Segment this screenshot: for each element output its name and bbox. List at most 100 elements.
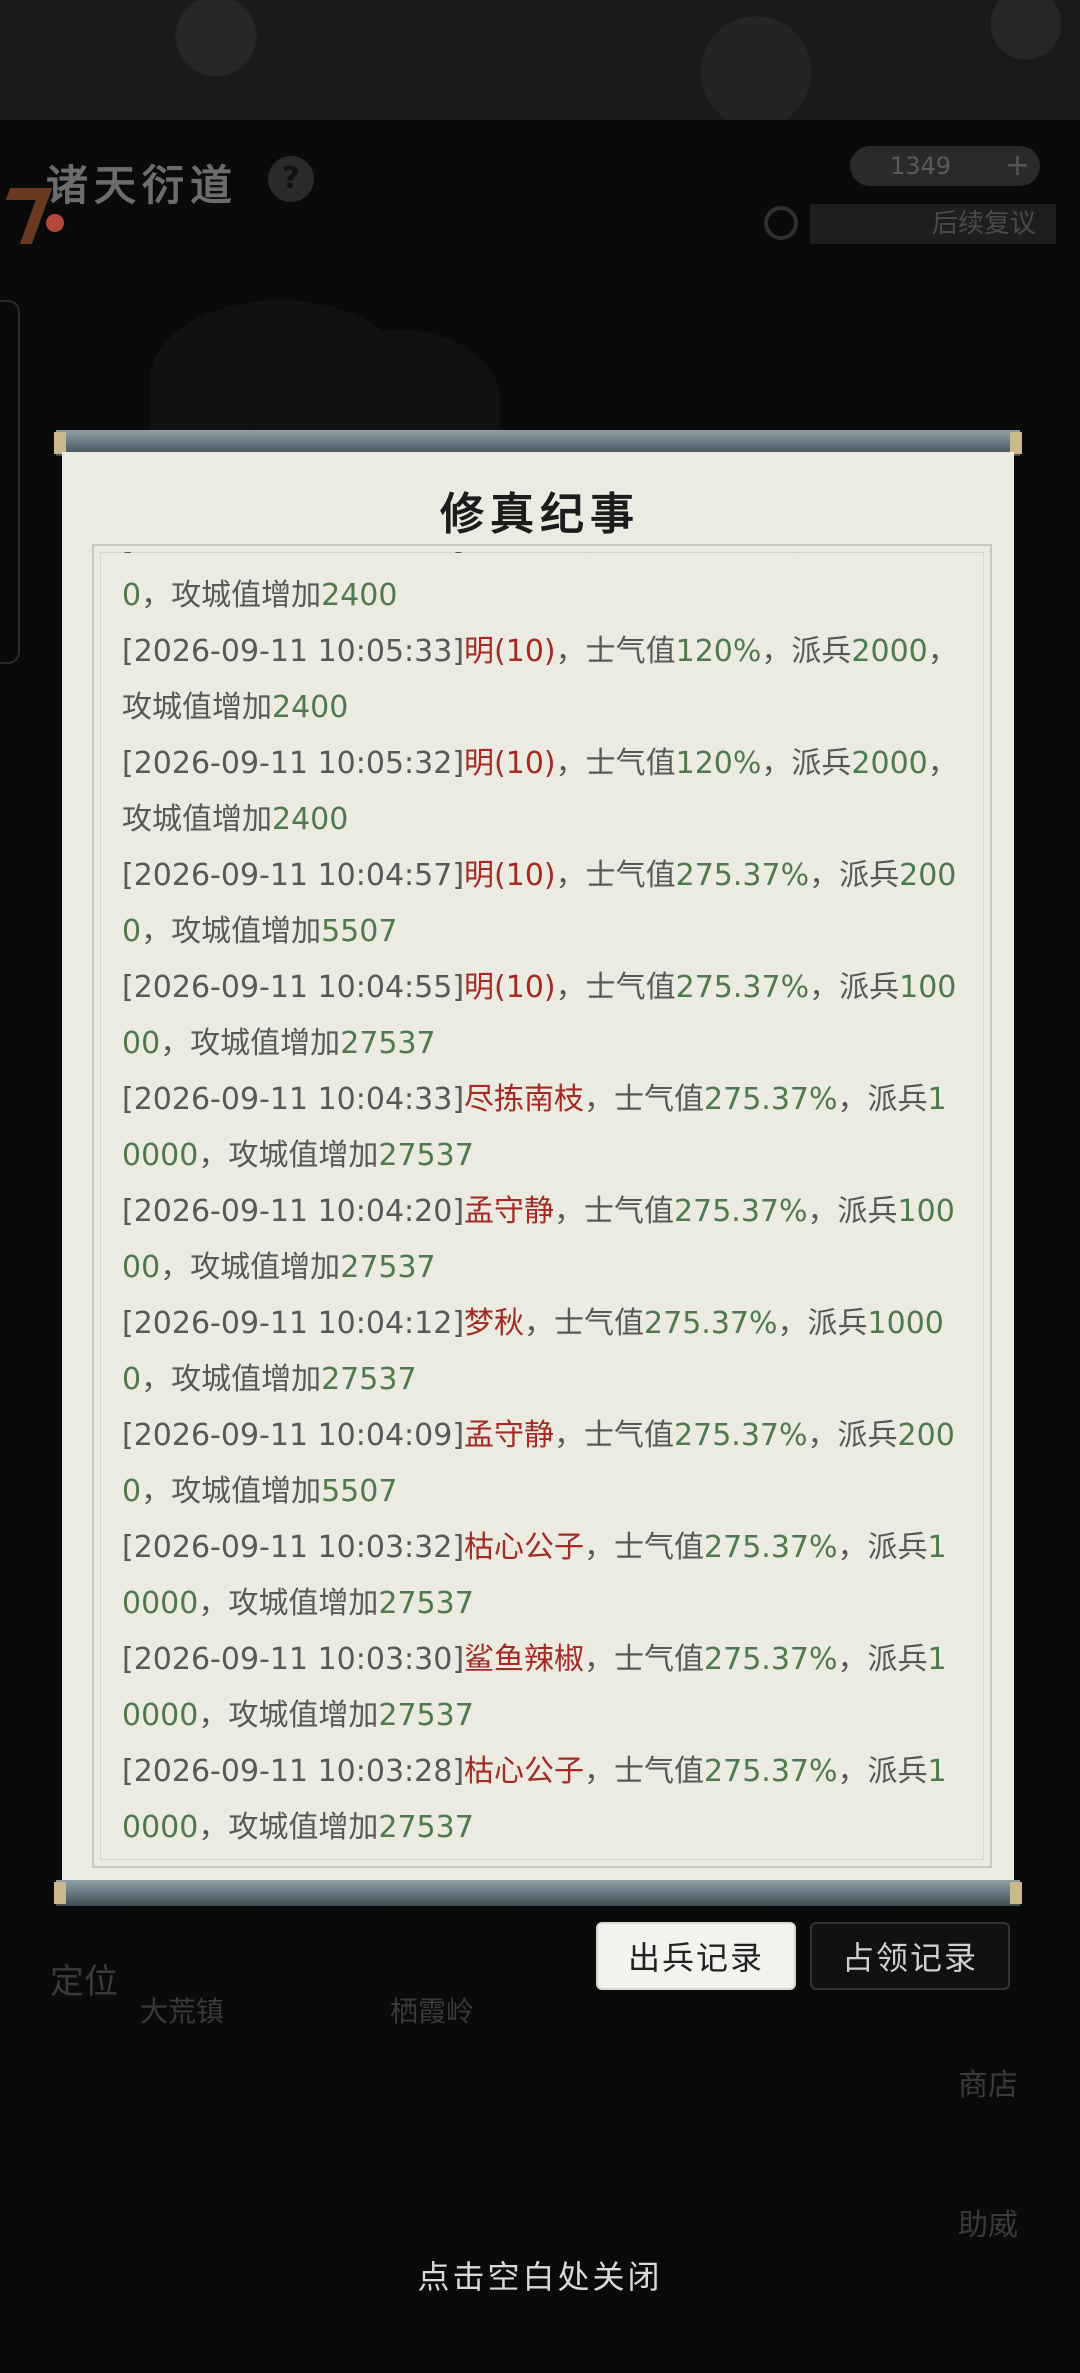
resource-value: 1349 xyxy=(890,152,952,180)
attack-value: 27537 xyxy=(321,1362,417,1397)
record-entry: [2026-09-11 10:04:57]明(10)，士气值275.37%，派兵… xyxy=(122,848,962,960)
close-hint: 点击空白处关闭 xyxy=(417,2258,663,2296)
attack-label: ，攻城值增加 xyxy=(141,1474,322,1509)
record-timestamp: [2026-09-11 10:04:55] xyxy=(122,970,465,1005)
morale-label: ，士气值 xyxy=(584,1754,705,1789)
help-icon[interactable]: ? xyxy=(268,156,314,202)
attack-value: 27537 xyxy=(340,1026,436,1061)
troops-label: ，派兵 xyxy=(777,1306,868,1341)
locate-label[interactable]: 定位 xyxy=(50,1954,118,2003)
record-entry: [2026-09-11 10:04:33]尽拣南枝，士气值275.37%，派兵1… xyxy=(122,1072,962,1184)
attack-label: ，攻城值增加 xyxy=(198,1586,379,1621)
record-timestamp: [2026-09-11 10:04:09] xyxy=(122,1418,465,1453)
player-name: 明(10) xyxy=(464,746,556,781)
attack-value: 27537 xyxy=(378,1138,474,1173)
attack-value: 27537 xyxy=(378,1698,474,1733)
record-entry: [2026-09-11 10:03:30]鲨鱼辣椒，士气值275.37%，派兵1… xyxy=(122,1632,962,1744)
troops-label: ，派兵 xyxy=(807,1194,898,1229)
morale-value: 120% xyxy=(675,634,762,669)
attack-value: 27537 xyxy=(340,1250,436,1285)
game-title: 诸天衍道 xyxy=(46,161,239,210)
morale-label: ，士气值 xyxy=(555,858,676,893)
morale-value: 275.37% xyxy=(704,1530,838,1565)
record-entry: [2026-09-11 10:04:09]孟守静，士气值275.37%，派兵20… xyxy=(122,1408,962,1520)
record-entry: [2026-09-11 10:05:32]明(10)，士气值120%，派兵200… xyxy=(122,736,962,848)
record-entry: [2026-09-11 10:03:28]枯心公子，士气值275.37%，派兵1… xyxy=(122,1744,962,1856)
records-entries: [2026-09-11 10:06:33]尽拣南枝，士气值120%，派兵2000… xyxy=(122,552,962,1856)
attack-label: ，攻城值增加 xyxy=(198,1698,379,1733)
troops-value: 2000 xyxy=(851,634,928,669)
troops-value: 2000 xyxy=(851,746,928,781)
attack-label: ，攻城值增加 xyxy=(141,914,322,949)
record-timestamp: [2026-09-11 10:05:32] xyxy=(122,746,465,781)
player-name: 枯心公子 xyxy=(464,1754,585,1789)
morale-label: ，士气值 xyxy=(555,970,676,1005)
morale-label: ，士气值 xyxy=(555,634,676,669)
morale-value: 275.37% xyxy=(675,970,810,1005)
troops-label: ，派兵 xyxy=(837,1642,928,1677)
player-name: 明(10) xyxy=(464,970,556,1005)
clock-icon xyxy=(764,206,798,240)
dispatch-records-button[interactable]: 出兵记录 xyxy=(596,1922,796,1990)
morale-value: 275.37% xyxy=(675,858,810,893)
troops-label: ，派兵 xyxy=(809,970,900,1005)
attack-label: ，攻城值增加 xyxy=(198,1138,379,1173)
player-name: 枯心公子 xyxy=(464,1530,585,1565)
attack-label: ，攻城值增加 xyxy=(198,1810,379,1845)
player-name: 尽拣南枝 xyxy=(464,552,584,557)
player-name: 明(10) xyxy=(464,858,556,893)
record-timestamp: [2026-09-11 10:04:20] xyxy=(122,1194,465,1229)
map-place-label: 大荒镇 xyxy=(140,1995,225,2028)
troops-label: ，派兵 xyxy=(807,1418,898,1453)
morale-value: 275.37% xyxy=(704,1642,838,1677)
record-entry: [2026-09-11 10:05:33]明(10)，士气值120%，派兵200… xyxy=(122,624,962,736)
morale-label: ，士气值 xyxy=(554,1418,675,1453)
troops-label: ，派兵 xyxy=(761,746,852,781)
troops-label: ，派兵 xyxy=(837,1082,928,1117)
roller-end xyxy=(1010,432,1022,454)
morale-value: 275.37% xyxy=(674,1418,808,1453)
morale-label: ，士气值 xyxy=(555,746,676,781)
record-timestamp: [2026-09-11 10:03:32] xyxy=(122,1530,465,1565)
shop-label[interactable]: 商店 xyxy=(958,2060,1018,2104)
troops-label: ，派兵 xyxy=(837,1530,928,1565)
occupy-records-button[interactable]: 占领记录 xyxy=(810,1922,1010,1990)
player-name: 明(10) xyxy=(464,634,556,669)
record-entry: [2026-09-11 10:04:55]明(10)，士气值275.37%，派兵… xyxy=(122,960,962,1072)
dialog-title: 修真纪事 xyxy=(440,489,640,540)
record-timestamp: [2026-09-11 10:04:33] xyxy=(122,1082,465,1117)
attack-label: ，攻城值增加 xyxy=(160,1026,341,1061)
timer-text: 后续复议 xyxy=(810,204,1056,244)
resource-counter[interactable]: 1349 + xyxy=(850,146,1040,186)
attack-label: ，攻城值增加 xyxy=(141,578,322,613)
record-timestamp: [2026-09-11 10:06:33] xyxy=(122,552,464,557)
attack-value: 27537 xyxy=(378,1586,474,1621)
attack-value: 5507 xyxy=(321,914,398,949)
attack-label: ，攻城值增加 xyxy=(160,1250,341,1285)
records-list[interactable]: [2026-09-11 10:06:33]尽拣南枝，士气值120%，派兵2000… xyxy=(98,552,982,1858)
morale-value: 275.37% xyxy=(644,1306,778,1341)
record-timestamp: [2026-09-11 10:04:57] xyxy=(122,858,465,893)
record-timestamp: [2026-09-11 10:03:30] xyxy=(122,1642,465,1677)
morale-value: 120% xyxy=(675,746,762,781)
cheer-label[interactable]: 助威 xyxy=(958,2200,1018,2244)
morale-label: ，士气值 xyxy=(584,552,704,557)
player-name: 孟守静 xyxy=(464,1194,555,1229)
troops-label: ，派兵 xyxy=(837,1754,928,1789)
record-timestamp: [2026-09-11 10:03:28] xyxy=(122,1754,465,1789)
player-name: 孟守静 xyxy=(464,1418,555,1453)
add-resource-button[interactable]: + xyxy=(1005,146,1030,186)
attack-value: 5507 xyxy=(321,1474,398,1509)
record-entry: [2026-09-11 10:04:20]孟守静，士气值275.37%，派兵10… xyxy=(122,1184,962,1296)
roller-end xyxy=(54,1882,66,1904)
troops-label: ，派兵 xyxy=(809,858,900,893)
record-timestamp: [2026-09-11 10:04:12] xyxy=(122,1306,465,1341)
morale-value: 275.37% xyxy=(704,1082,838,1117)
roller-end xyxy=(1010,1882,1022,1904)
player-name: 梦秋 xyxy=(464,1306,525,1341)
record-timestamp: [2026-09-11 10:05:33] xyxy=(122,634,465,669)
top-cloud-banner xyxy=(0,0,1080,120)
record-entry: [2026-09-11 10:06:33]尽拣南枝，士气值120%，派兵2000… xyxy=(122,552,962,624)
attack-value: 2400 xyxy=(272,690,349,725)
roller-end xyxy=(54,432,66,454)
